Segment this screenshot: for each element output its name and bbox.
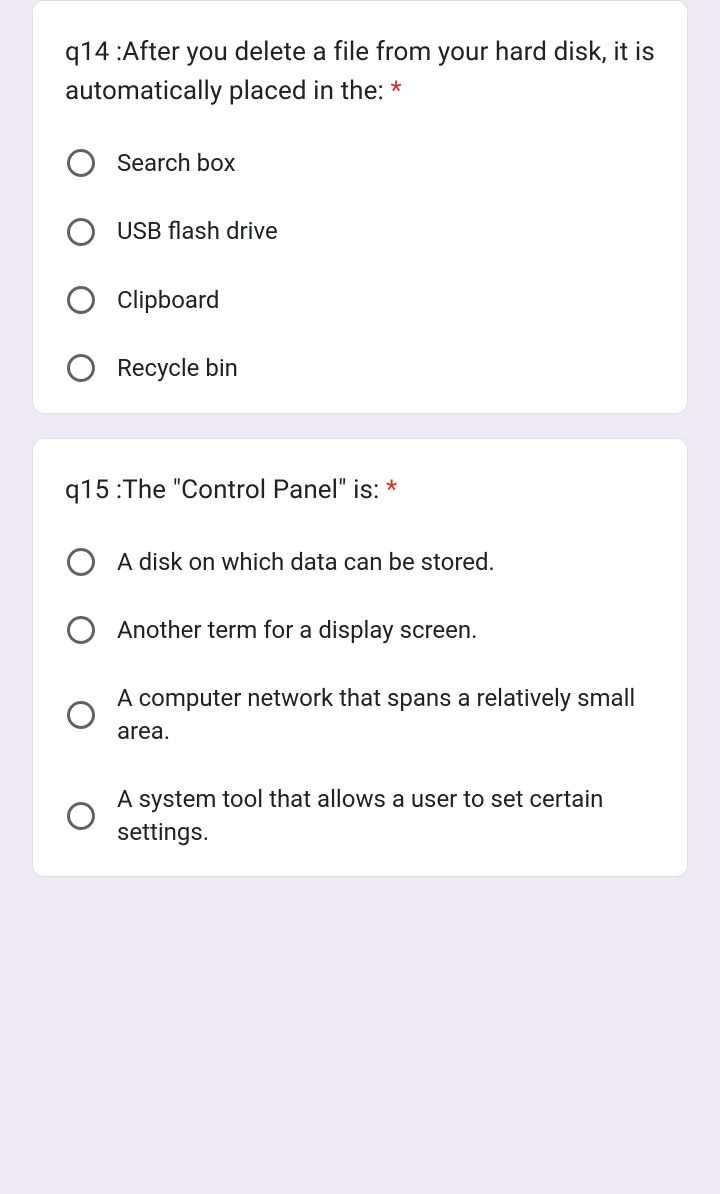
question-text: q15 :The "Control Panel" is: * — [65, 471, 655, 510]
option-label: Clipboard — [117, 284, 219, 316]
radio-option[interactable]: Search box — [65, 147, 655, 179]
radio-option[interactable]: A computer network that spans a relative… — [65, 682, 655, 747]
required-marker: * — [386, 475, 397, 505]
options-group: Search box USB flash drive Clipboard Rec… — [65, 147, 655, 385]
question-card-q14: q14 :After you delete a file from your h… — [32, 0, 688, 414]
radio-option[interactable]: Another term for a display screen. — [65, 614, 655, 646]
radio-option[interactable]: A disk on which data can be stored. — [65, 546, 655, 578]
option-label: A system tool that allows a user to set … — [117, 783, 655, 848]
radio-icon — [67, 286, 95, 314]
radio-icon — [67, 218, 95, 246]
required-marker: * — [390, 76, 401, 106]
option-label: A disk on which data can be stored. — [117, 546, 495, 578]
option-label: Recycle bin — [117, 352, 238, 384]
radio-icon — [67, 802, 95, 830]
radio-icon — [67, 616, 95, 644]
option-label: Another term for a display screen. — [117, 614, 477, 646]
option-label: A computer network that spans a relative… — [117, 682, 655, 747]
option-label: Search box — [117, 147, 236, 179]
radio-icon — [67, 701, 95, 729]
radio-option[interactable]: USB flash drive — [65, 215, 655, 247]
question-title: q14 :After you delete a file from your h… — [65, 37, 655, 106]
radio-option[interactable]: A system tool that allows a user to set … — [65, 783, 655, 848]
question-card-q15: q15 :The "Control Panel" is: * A disk on… — [32, 438, 688, 877]
question-text: q14 :After you delete a file from your h… — [65, 33, 655, 111]
radio-option[interactable]: Recycle bin — [65, 352, 655, 384]
radio-icon — [67, 548, 95, 576]
options-group: A disk on which data can be stored. Anot… — [65, 546, 655, 848]
radio-icon — [67, 149, 95, 177]
option-label: USB flash drive — [117, 215, 278, 247]
radio-icon — [67, 354, 95, 382]
question-title: q15 :The "Control Panel" is: — [65, 475, 386, 505]
radio-option[interactable]: Clipboard — [65, 284, 655, 316]
